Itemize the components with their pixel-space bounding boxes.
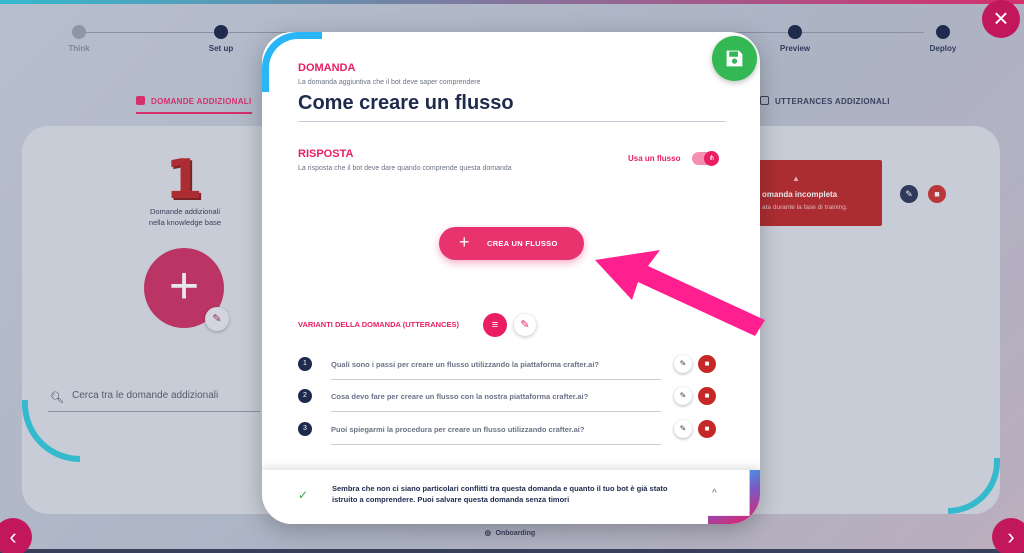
create-flow-button[interactable]: + CREA UN FLUSSO [439,227,584,260]
pencil-icon: ✎ [679,424,687,433]
utterance-underline [331,379,661,380]
use-flow-toggle[interactable]: ⋔ [692,151,719,166]
utterance-number: 3 [298,422,312,436]
edit-utterances-button[interactable]: ✎ [514,314,536,336]
utterance-row: 3 Puoi spiegarmi la procedura per creare… [298,420,718,453]
answer-subtitle: La risposta che il bot deve dare quando … [298,165,512,172]
utterance-row: 2 Cosa devo fare per creare un flusso co… [298,387,718,420]
chevron-up-icon[interactable]: ^ [712,488,717,499]
step-setup-icon [214,25,228,39]
close-icon: × [993,3,1009,33]
question-subtitle: La domanda aggiuntiva che il bot deve sa… [298,79,481,86]
utterance-number: 2 [298,389,312,403]
utterance-underline [331,411,661,412]
utterance-number: 1 [298,357,312,371]
delete-utterance-button[interactable]: ■ [698,420,716,438]
utterance-text[interactable]: Puoi spiegarmi la procedura per creare u… [331,425,584,434]
add-utterance-button[interactable]: ≡ [483,313,507,337]
save-icon [726,50,743,67]
step-preview-icon [788,25,802,39]
utterance-row: 1 Quali sono i passi per creare un fluss… [298,355,718,388]
conflict-notice: ✓ Sembra che non ci siano particolari co… [262,470,760,524]
question-title-underline [298,121,726,122]
chevron-right-icon: › [1007,524,1015,549]
question-label: DOMANDA [298,62,356,74]
utterance-underline [331,444,661,445]
playlist-add-icon: ≡ [491,319,499,331]
edit-utterance-button[interactable]: ✎ [674,355,692,373]
close-button[interactable]: × [982,0,1020,38]
answer-label: RISPOSTA [298,148,354,160]
step-think-icon [72,25,86,39]
trash-icon: ■ [704,391,710,400]
pencil-icon: ✎ [679,359,687,368]
chevron-left-icon: ‹ [9,524,17,549]
next-button[interactable]: › [992,518,1024,553]
plus-icon: + [459,232,470,252]
arrow-annotation [595,250,765,336]
save-button[interactable] [712,36,757,81]
delete-utterance-button[interactable]: ■ [698,355,716,373]
utterance-text[interactable]: Quali sono i passi per creare un flusso … [331,360,599,369]
pencil-icon: ✎ [679,391,687,400]
step-deploy-icon [936,25,950,39]
utterance-text[interactable]: Cosa devo fare per creare un flusso con … [331,392,588,401]
edit-utterance-button[interactable]: ✎ [674,387,692,405]
question-title[interactable]: Come creare un flusso [298,92,514,115]
conflict-notice-message: Sembra che non ci siano particolari conf… [332,484,668,504]
edit-utterance-button[interactable]: ✎ [674,420,692,438]
use-flow-label: Usa un flusso [628,154,681,163]
variants-label: VARIANTI DELLA DOMANDA (UTTERANCES) [298,320,459,329]
delete-utterance-button[interactable]: ■ [698,387,716,405]
check-icon: ✓ [298,488,309,502]
flow-icon: ⋔ [704,151,719,166]
trash-icon: ■ [704,359,710,368]
pencil-icon: ✎ [520,319,530,331]
create-flow-label: CREA UN FLUSSO [487,239,558,248]
trash-icon: ■ [704,424,710,433]
